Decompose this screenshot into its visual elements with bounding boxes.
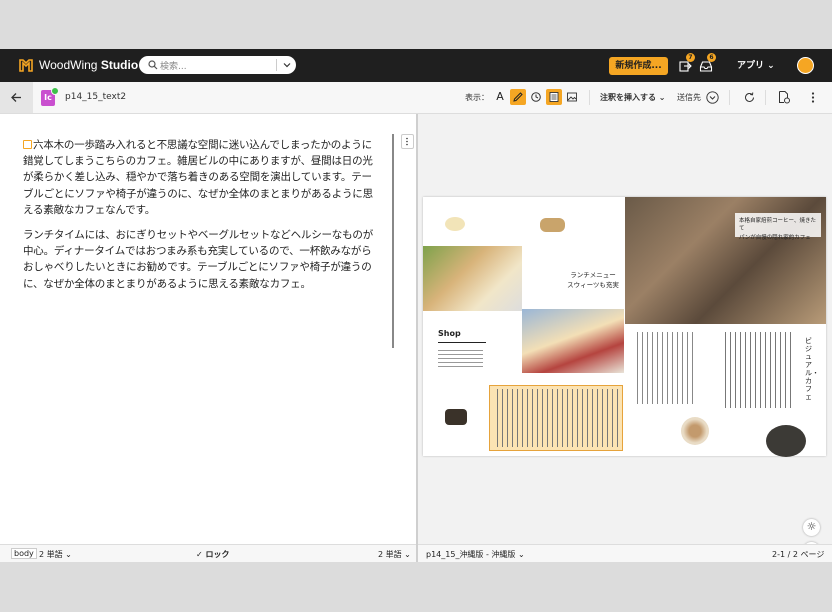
view-label: 表示： [465,93,489,102]
vertical-title: ビジュアル・カフェ [805,337,819,401]
chevron-down-icon[interactable] [282,60,292,70]
cafe-photo-small [445,409,467,425]
vertical-column-text [721,332,791,408]
paragraph-style-tag[interactable]: body [11,548,37,559]
food-photo [445,217,465,231]
text-view-button[interactable]: A [492,89,508,105]
preview-status-bar: p14_15_沖縄版 - 沖縄版 ⌄ 2-1 / 2 ページ [418,544,832,562]
toolbar-divider [765,90,766,105]
editor-scrollbar[interactable] [392,134,394,348]
story-text[interactable]: 六本木の一歩踏み入れると不思議な空間に迷い込んでしまったかのように錯覚してしまう… [23,137,380,301]
shop-info-text [438,347,483,369]
send-to-label[interactable]: 送信先 [677,92,701,103]
latte-photo [681,417,709,445]
text-editor-pane[interactable]: 六本木の一歩踏み入れると不思議な空間に迷い込んでしまったかのように錯覚してしまう… [0,114,416,544]
note-marker-icon[interactable] [23,140,32,149]
woodwing-logo-icon [19,59,33,72]
more-options-icon[interactable] [810,91,816,104]
lunch-plate-photo [423,246,522,311]
new-document-button[interactable]: 新規作成... [609,57,668,75]
refresh-icon[interactable] [743,91,756,104]
image-icon [567,92,577,102]
search-input[interactable]: 検索... [160,59,187,72]
insert-note-menu[interactable]: 注釈を挿入する ⌄ [600,92,666,103]
bread-photo [540,218,565,232]
round-photo [766,425,806,457]
search-box[interactable]: 検索... [139,56,296,74]
paragraph[interactable]: 六本木の一歩踏み入れると不思議な空間に迷い込んでしまったかのように錯覚してしまう… [23,137,380,218]
layout-icon [549,92,559,102]
paragraph[interactable]: ランチタイムには、おにぎりセットやベーグルセットなどヘルシーなものが中心。ディナ… [23,227,380,292]
word-count-dropdown[interactable]: 2 単語 ⌄ [39,549,72,560]
inbox-badge: 6 [707,53,716,62]
vertical-text [493,389,619,447]
top-bar: WoodWing Studio 検索... 新規作成... 7 6 アプリ ⌄ [0,49,832,82]
search-divider [276,59,277,71]
page-indicator: 2-1 / 2 ページ [772,550,825,559]
fit-page-button[interactable]: ☼ [803,519,820,536]
document-name: p14_15_text2 [65,92,127,102]
app-title: WoodWing Studio [39,58,139,72]
chevron-down-circle-icon[interactable] [706,91,719,104]
notification-badge: 7 [686,53,695,62]
lunch-heading: ランチメニュー スウィーツも充実 [567,271,619,289]
document-toolbar: Ic p14_15_text2 表示： A 注釈を挿入する ⌄ 送信先 [0,82,832,114]
vertical-column-text [633,332,693,404]
layout-name-dropdown[interactable]: p14_15_沖縄版 - 沖縄版 ⌄ [426,549,525,560]
app-window: WoodWing Studio 検索... 新規作成... 7 6 アプリ ⌄ … [0,49,832,562]
toolbar-divider [589,90,590,105]
pancake-photo [522,309,624,373]
lock-status[interactable]: ✓ ロック [196,549,230,560]
editor-status-bar: body 2 単語 ⌄ ✓ ロック 2 単語 ⌄ [0,544,416,562]
more-options-icon [406,137,408,146]
back-button[interactable] [0,82,33,113]
edit-view-button[interactable] [510,89,526,105]
history-icon [531,92,541,102]
status-dot [51,87,59,95]
layout-preview-pane[interactable]: ランチメニュー スウィーツも充実 Shop 本格自家焙煎コーヒー、焼きたて パン… [418,114,832,559]
pencil-icon [513,92,523,102]
page-spread[interactable]: ランチメニュー スウィーツも充実 Shop 本格自家焙煎コーヒー、焼きたて パン… [423,197,826,457]
editor-options-button[interactable] [401,134,414,149]
preview-document-icon[interactable] [777,90,791,104]
arrow-left-icon [11,93,21,102]
toolbar-divider [729,90,730,105]
apps-menu[interactable]: アプリ ⌄ [737,58,775,71]
highlighted-text-frame[interactable] [489,385,623,451]
image-view-button[interactable] [564,89,580,105]
user-avatar[interactable] [797,57,814,74]
history-button[interactable] [528,89,544,105]
shop-underline [438,342,486,343]
word-count-right[interactable]: 2 単語 ⌄ [378,549,411,560]
photo-caption-box: 本格自家焙煎コーヒー、焼きたて パンが自慢の隠れ家的カフェ [735,213,821,241]
shop-heading: Shop [438,329,461,338]
layout-view-button[interactable] [546,89,562,105]
search-icon [148,60,158,70]
